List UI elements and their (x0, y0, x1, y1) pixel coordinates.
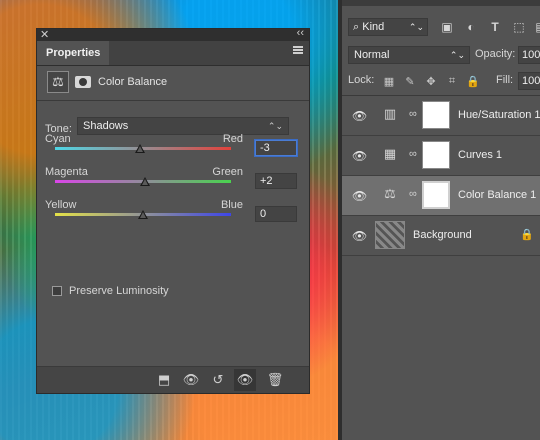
lock-image-pixels-icon[interactable]: ✎ (403, 73, 417, 89)
chevron-down-icon: ⌃⌄ (408, 22, 424, 32)
image-filter-icon[interactable]: ▣ (440, 18, 454, 36)
eye-icon[interactable]: 👁 (352, 109, 367, 123)
lock-row: Lock: ▦ ✎ ✥ ⌗ 🔒 Fill: 100% (348, 72, 540, 90)
properties-panel: ✕ ‹‹ Properties ⚖ Color Balance Tone: Sh… (36, 27, 310, 394)
panel-titlebar: ✕ ‹‹ (37, 27, 309, 41)
preserve-luminosity-checkbox[interactable]: Preserve Luminosity (52, 285, 169, 297)
fill-label: Fill: (496, 74, 514, 86)
layer-row[interactable]: 👁 ▦ ∞ Curves 1 (342, 136, 540, 176)
slider-cyan-red: Cyan Red -3 (45, 133, 297, 163)
panel-menu-icon[interactable] (293, 46, 303, 54)
chevron-down-icon: ⌃⌄ (267, 121, 283, 131)
layers-topbar (342, 0, 540, 6)
layer-row[interactable]: 👁 ▥ ∞ Hue/Saturation 1 (342, 96, 540, 136)
slider-thumb[interactable] (135, 144, 146, 153)
shape-filter-icon[interactable]: ⬚ (512, 18, 526, 36)
slider-left-label: Cyan (45, 133, 71, 145)
lock-transparent-pixels-icon[interactable]: ▦ (382, 73, 396, 89)
eye-icon[interactable]: 👁 (352, 229, 367, 243)
slider-right-label: Green (212, 166, 243, 178)
eye-icon[interactable]: 👁 (352, 149, 367, 163)
slider-value-input[interactable]: +2 (255, 173, 297, 189)
clip-to-layer-icon[interactable]: ⬒ (153, 369, 175, 391)
slider-thumb[interactable] (139, 177, 150, 186)
adjustment-filter-icon[interactable]: ◐ (464, 18, 478, 36)
layer-mask-thumbnail[interactable] (422, 181, 450, 209)
preserve-luminosity-label: Preserve Luminosity (69, 285, 169, 297)
eye-icon[interactable]: 👁 (352, 189, 367, 203)
link-icon[interactable]: ∞ (409, 108, 417, 120)
opacity-label: Opacity: (475, 48, 516, 60)
search-icon: ⌕ (353, 21, 360, 33)
reset-icon[interactable]: ↺ (207, 369, 229, 391)
blend-row: Normal ⌃⌄ Opacity: 100% (348, 46, 540, 64)
slider-right-label: Blue (220, 199, 243, 211)
slider-value-input[interactable]: -3 (255, 140, 297, 156)
slider-left-label: Magenta (45, 166, 88, 178)
layer-name: Color Balance 1 (458, 189, 537, 201)
layer-row[interactable]: 👁 ⚖ ∞ Color Balance 1 (342, 176, 540, 216)
tab-properties[interactable]: Properties (37, 41, 110, 65)
link-icon[interactable]: ∞ (409, 188, 417, 200)
trash-icon[interactable]: 🗑 (264, 369, 286, 391)
layer-name: Hue/Saturation 1 (458, 109, 540, 121)
color-balance-icon[interactable]: ⚖ (47, 71, 69, 93)
layer-name: Background (413, 229, 472, 241)
lock-artboard-icon[interactable]: ⌗ (445, 73, 459, 89)
properties-body: Tone: Shadows ⌃⌄ Cyan Red -3 Magenta Gre… (37, 101, 309, 301)
close-icon[interactable]: ✕ (40, 28, 49, 41)
fill-input[interactable]: 100% (518, 72, 540, 90)
slider-value-input[interactable]: 0 (255, 206, 297, 222)
blend-mode-value: Normal (354, 49, 390, 61)
adjustment-title: Color Balance (98, 76, 168, 88)
link-icon[interactable]: ∞ (409, 148, 417, 160)
curves-icon: ▦ (383, 146, 397, 161)
slider-left-label: Yellow (45, 199, 77, 211)
mask-icon[interactable] (72, 71, 94, 93)
layer-name: Curves 1 (458, 149, 503, 161)
slider-yellow-blue: Yellow Blue 0 (45, 199, 297, 229)
background-thumbnail[interactable] (375, 221, 405, 249)
slider-thumb[interactable] (138, 210, 148, 219)
layer-filter-row: ⌕ Kind ⌃⌄ ▣ ◐ T ⬚ ▤ (348, 18, 540, 36)
color-balance-icon: ⚖ (384, 186, 396, 201)
checkbox[interactable] (52, 286, 62, 296)
smart-object-filter-icon[interactable]: ▤ (534, 18, 540, 36)
hue-saturation-icon: ▥ (383, 106, 397, 121)
chevron-down-icon: ⌃⌄ (449, 50, 465, 60)
opacity-input[interactable]: 100% (518, 46, 540, 64)
layer-mask-thumbnail[interactable] (422, 141, 450, 169)
lock-icon[interactable]: 🔒 (520, 228, 534, 241)
lock-all-icon[interactable]: 🔒 (466, 73, 480, 89)
toggle-visibility-icon[interactable]: 👁 (234, 369, 256, 391)
tone-value: Shadows (83, 120, 129, 132)
properties-tabbar: Properties (37, 41, 309, 66)
blend-mode-select[interactable]: Normal ⌃⌄ (348, 46, 470, 64)
properties-footer: ⬒ 👁 ↺ 👁 🗑 (37, 366, 309, 393)
layer-mask-thumbnail[interactable] (422, 101, 450, 129)
properties-header: ⚖ Color Balance (37, 66, 309, 101)
collapse-icon[interactable]: ‹‹ (297, 27, 304, 39)
slider-right-label: Red (222, 133, 243, 145)
lock-position-icon[interactable]: ✥ (424, 73, 438, 89)
type-filter-icon[interactable]: T (488, 18, 502, 36)
kind-filter-select[interactable]: ⌕ Kind ⌃⌄ (348, 18, 428, 36)
layers-panel: ⌕ Kind ⌃⌄ ▣ ◐ T ⬚ ▤ Normal ⌃⌄ Opacity: 1… (342, 0, 540, 440)
slider-magenta-green: Magenta Green +2 (45, 166, 297, 196)
kind-label: Kind (362, 21, 385, 33)
layer-row[interactable]: 👁 Background 🔒 (342, 216, 540, 256)
lock-label: Lock: (348, 74, 375, 86)
view-previous-icon[interactable]: 👁 (180, 369, 202, 391)
